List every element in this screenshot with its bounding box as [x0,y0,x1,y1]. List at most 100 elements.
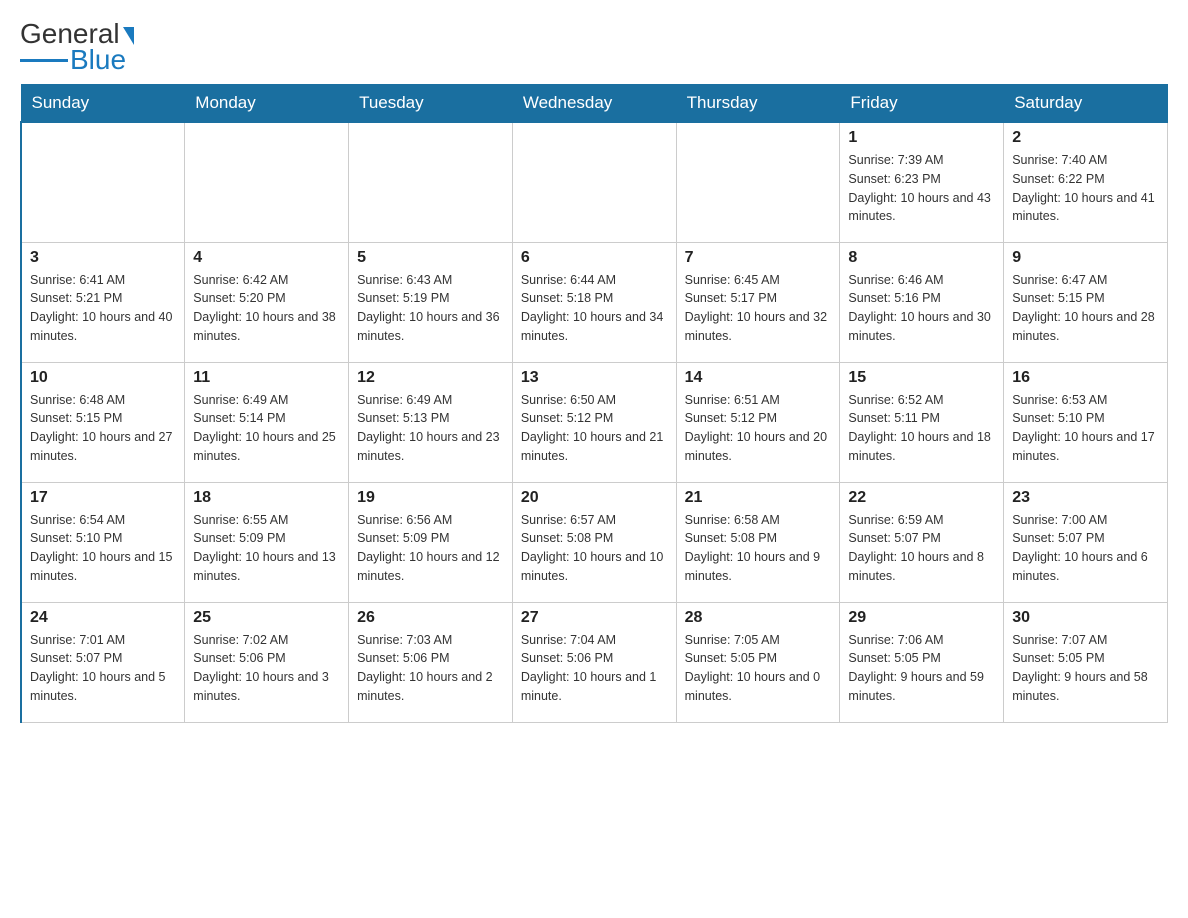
day-number: 9 [1012,249,1159,267]
day-number: 1 [848,129,995,147]
week-row-1: 1 Sunrise: 7:39 AMSunset: 6:23 PMDaylight… [21,122,1168,242]
calendar-cell: 30 Sunrise: 7:07 AMSunset: 5:05 PMDayligh… [1004,602,1168,722]
week-row-3: 10 Sunrise: 6:48 AMSunset: 5:15 PMDayligh… [21,362,1168,482]
day-number: 2 [1012,129,1159,147]
day-info: Sunrise: 7:06 AMSunset: 5:05 PMDaylight:… [848,631,995,706]
calendar-cell: 21 Sunrise: 6:58 AMSunset: 5:08 PMDayligh… [676,482,840,602]
calendar-table: SundayMondayTuesdayWednesdayThursdayFrid… [20,84,1168,723]
day-number: 12 [357,369,504,387]
calendar-cell: 1 Sunrise: 7:39 AMSunset: 6:23 PMDaylight… [840,122,1004,242]
logo-underline [20,59,68,62]
day-info: Sunrise: 6:53 AMSunset: 5:10 PMDaylight:… [1012,391,1159,466]
day-number: 28 [685,609,832,627]
day-info: Sunrise: 6:58 AMSunset: 5:08 PMDaylight:… [685,511,832,586]
calendar-cell: 12 Sunrise: 6:49 AMSunset: 5:13 PMDayligh… [349,362,513,482]
calendar-cell: 29 Sunrise: 7:06 AMSunset: 5:05 PMDayligh… [840,602,1004,722]
calendar-header-row: SundayMondayTuesdayWednesdayThursdayFrid… [21,85,1168,123]
day-number: 11 [193,369,340,387]
day-info: Sunrise: 6:54 AMSunset: 5:10 PMDaylight:… [30,511,176,586]
day-info: Sunrise: 6:41 AMSunset: 5:21 PMDaylight:… [30,271,176,346]
day-number: 27 [521,609,668,627]
calendar-cell: 7 Sunrise: 6:45 AMSunset: 5:17 PMDaylight… [676,242,840,362]
calendar-cell: 3Sunrise: 6:41 AMSunset: 5:21 PMDaylight… [21,242,185,362]
week-row-2: 3Sunrise: 6:41 AMSunset: 5:21 PMDaylight… [21,242,1168,362]
day-info: Sunrise: 6:46 AMSunset: 5:16 PMDaylight:… [848,271,995,346]
day-info: Sunrise: 6:48 AMSunset: 5:15 PMDaylight:… [30,391,176,466]
calendar-cell [512,122,676,242]
calendar-cell: 20 Sunrise: 6:57 AMSunset: 5:08 PMDayligh… [512,482,676,602]
day-number: 7 [685,249,832,267]
calendar-cell: 24 Sunrise: 7:01 AMSunset: 5:07 PMDayligh… [21,602,185,722]
day-info: Sunrise: 6:56 AMSunset: 5:09 PMDaylight:… [357,511,504,586]
calendar-cell: 11 Sunrise: 6:49 AMSunset: 5:14 PMDayligh… [185,362,349,482]
day-info: Sunrise: 6:55 AMSunset: 5:09 PMDaylight:… [193,511,340,586]
day-number: 20 [521,489,668,507]
day-number: 21 [685,489,832,507]
day-number: 6 [521,249,668,267]
day-number: 15 [848,369,995,387]
day-number: 16 [1012,369,1159,387]
day-info: Sunrise: 6:47 AMSunset: 5:15 PMDaylight:… [1012,271,1159,346]
calendar-cell: 9 Sunrise: 6:47 AMSunset: 5:15 PMDaylight… [1004,242,1168,362]
day-info: Sunrise: 6:45 AMSunset: 5:17 PMDaylight:… [685,271,832,346]
day-number: 10 [30,369,176,387]
calendar-cell: 18 Sunrise: 6:55 AMSunset: 5:09 PMDayligh… [185,482,349,602]
calendar-header-monday: Monday [185,85,349,123]
calendar-cell: 23Sunrise: 7:00 AMSunset: 5:07 PMDayligh… [1004,482,1168,602]
calendar-header-saturday: Saturday [1004,85,1168,123]
day-info: Sunrise: 6:52 AMSunset: 5:11 PMDaylight:… [848,391,995,466]
calendar-cell: 19Sunrise: 6:56 AMSunset: 5:09 PMDayligh… [349,482,513,602]
day-info: Sunrise: 6:44 AMSunset: 5:18 PMDaylight:… [521,271,668,346]
calendar-cell [676,122,840,242]
day-info: Sunrise: 6:50 AMSunset: 5:12 PMDaylight:… [521,391,668,466]
calendar-cell: 4 Sunrise: 6:42 AMSunset: 5:20 PMDaylight… [185,242,349,362]
logo: General Blue [20,20,134,74]
day-number: 13 [521,369,668,387]
calendar-cell: 14 Sunrise: 6:51 AMSunset: 5:12 PMDayligh… [676,362,840,482]
day-number: 18 [193,489,340,507]
calendar-cell: 17 Sunrise: 6:54 AMSunset: 5:10 PMDayligh… [21,482,185,602]
day-info: Sunrise: 6:49 AMSunset: 5:13 PMDaylight:… [357,391,504,466]
calendar-cell: 16 Sunrise: 6:53 AMSunset: 5:10 PMDayligh… [1004,362,1168,482]
day-number: 25 [193,609,340,627]
day-info: Sunrise: 7:01 AMSunset: 5:07 PMDaylight:… [30,631,176,706]
day-number: 24 [30,609,176,627]
week-row-5: 24 Sunrise: 7:01 AMSunset: 5:07 PMDayligh… [21,602,1168,722]
calendar-header-tuesday: Tuesday [349,85,513,123]
day-number: 22 [848,489,995,507]
day-number: 8 [848,249,995,267]
day-number: 29 [848,609,995,627]
day-info: Sunrise: 6:42 AMSunset: 5:20 PMDaylight:… [193,271,340,346]
calendar-cell: 8 Sunrise: 6:46 AMSunset: 5:16 PMDaylight… [840,242,1004,362]
day-info: Sunrise: 6:51 AMSunset: 5:12 PMDaylight:… [685,391,832,466]
day-info: Sunrise: 7:39 AMSunset: 6:23 PMDaylight:… [848,151,995,226]
calendar-cell: 15 Sunrise: 6:52 AMSunset: 5:11 PMDayligh… [840,362,1004,482]
day-info: Sunrise: 7:03 AMSunset: 5:06 PMDaylight:… [357,631,504,706]
calendar-cell [185,122,349,242]
calendar-header-wednesday: Wednesday [512,85,676,123]
calendar-cell [349,122,513,242]
day-number: 14 [685,369,832,387]
day-number: 17 [30,489,176,507]
calendar-cell: 2Sunrise: 7:40 AMSunset: 6:22 PMDaylight… [1004,122,1168,242]
day-info: Sunrise: 6:59 AMSunset: 5:07 PMDaylight:… [848,511,995,586]
day-number: 26 [357,609,504,627]
logo-blue: Blue [70,46,126,74]
day-info: Sunrise: 6:49 AMSunset: 5:14 PMDaylight:… [193,391,340,466]
week-row-4: 17 Sunrise: 6:54 AMSunset: 5:10 PMDayligh… [21,482,1168,602]
calendar-cell: 25Sunrise: 7:02 AMSunset: 5:06 PMDayligh… [185,602,349,722]
calendar-header-friday: Friday [840,85,1004,123]
day-info: Sunrise: 7:05 AMSunset: 5:05 PMDaylight:… [685,631,832,706]
day-info: Sunrise: 6:57 AMSunset: 5:08 PMDaylight:… [521,511,668,586]
day-info: Sunrise: 7:07 AMSunset: 5:05 PMDaylight:… [1012,631,1159,706]
day-number: 30 [1012,609,1159,627]
day-info: Sunrise: 7:04 AMSunset: 5:06 PMDaylight:… [521,631,668,706]
calendar-cell: 5Sunrise: 6:43 AMSunset: 5:19 PMDaylight… [349,242,513,362]
calendar-cell: 13 Sunrise: 6:50 AMSunset: 5:12 PMDayligh… [512,362,676,482]
calendar-header-sunday: Sunday [21,85,185,123]
logo-triangle-icon [123,27,134,45]
page-header: General Blue [20,20,1168,74]
day-number: 4 [193,249,340,267]
calendar-cell [21,122,185,242]
calendar-cell: 10 Sunrise: 6:48 AMSunset: 5:15 PMDayligh… [21,362,185,482]
